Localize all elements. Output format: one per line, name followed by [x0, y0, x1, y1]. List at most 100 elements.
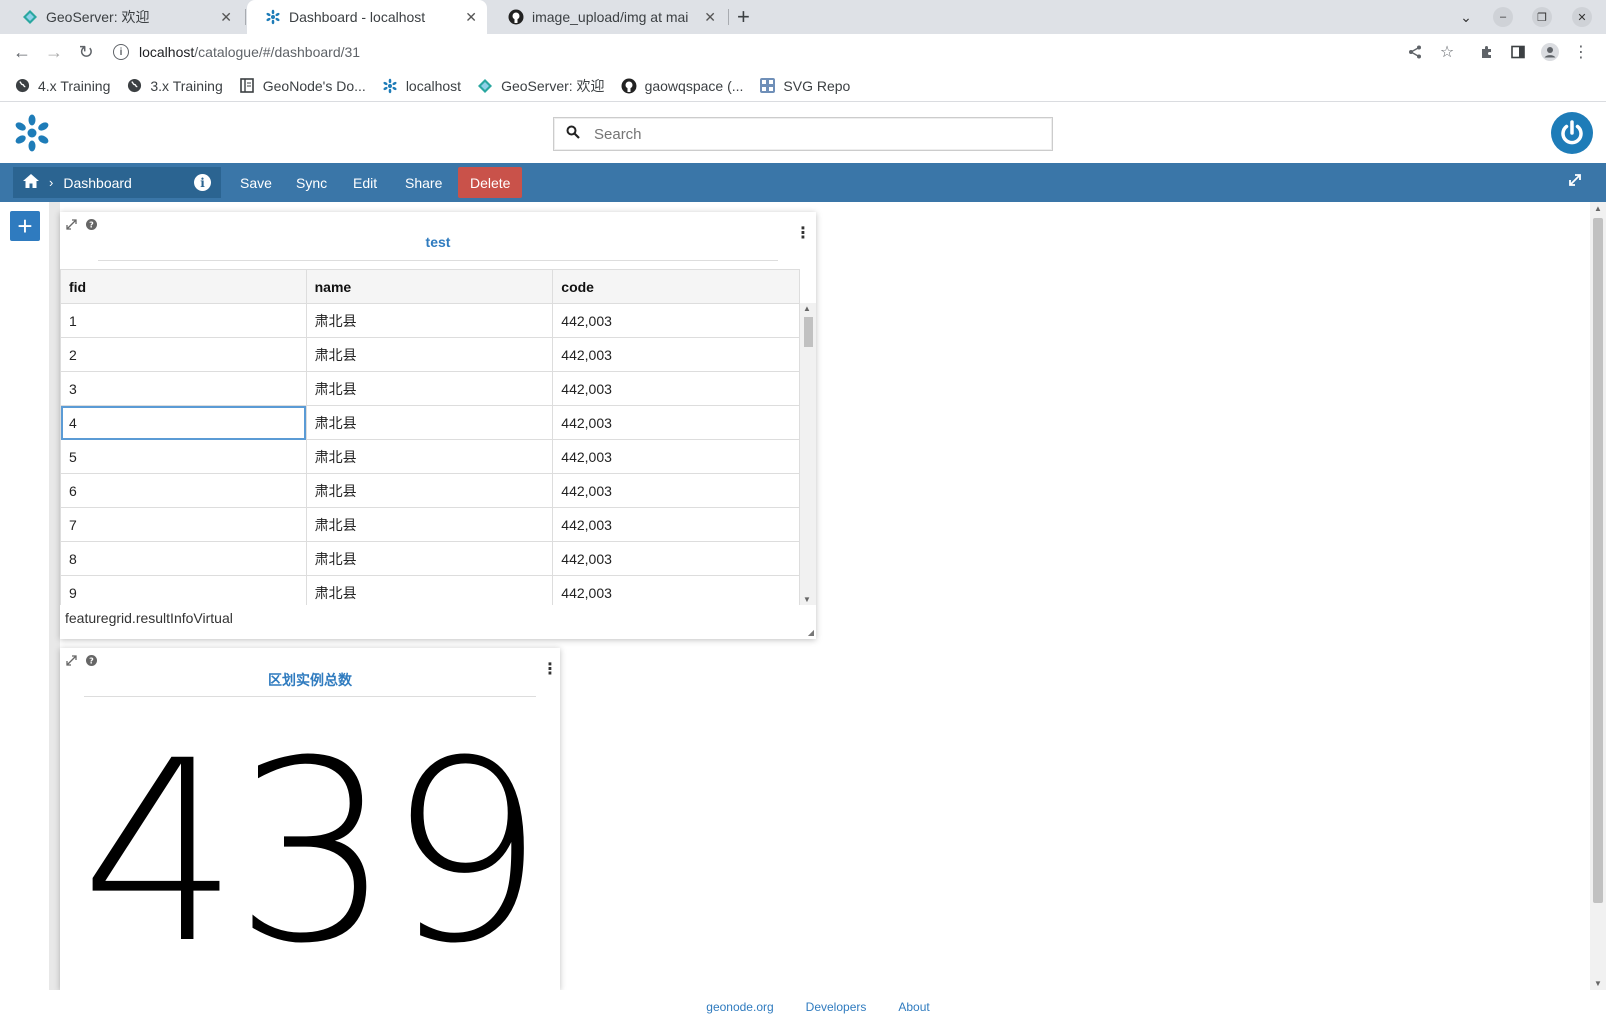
restore-icon[interactable]: ❐: [1532, 7, 1552, 27]
search-input[interactable]: [594, 125, 1014, 143]
table-row[interactable]: 1 肃北县 442,003: [60, 303, 800, 338]
table-row[interactable]: 4 肃北县 442,003: [60, 405, 800, 440]
bookmark-svg-repo[interactable]: SVG Repo: [759, 78, 850, 94]
reload-icon[interactable]: ↻: [74, 40, 98, 64]
expand-icon[interactable]: [65, 218, 77, 230]
column-header[interactable]: fid: [60, 269, 307, 304]
grid-cell[interactable]: 肃北县: [305, 473, 554, 508]
login-power-icon[interactable]: [1551, 112, 1593, 154]
grid-cell[interactable]: 肃北县: [305, 303, 554, 338]
grid-cell[interactable]: 肃北县: [305, 405, 554, 440]
address-bar[interactable]: i localhost/catalogue/#/dashboard/31: [113, 37, 1393, 67]
help-icon[interactable]: ?: [85, 654, 97, 666]
bookmark-4x-training[interactable]: 4.x Training: [14, 78, 110, 94]
home-icon[interactable]: [23, 174, 39, 191]
grid-cell[interactable]: 442,003: [552, 473, 800, 508]
tab-geoserver[interactable]: GeoServer: 欢迎 ✕: [4, 0, 242, 34]
profile-avatar-icon[interactable]: [1538, 40, 1562, 64]
grid-cell[interactable]: 肃北县: [305, 575, 554, 605]
table-row[interactable]: 5 肃北县 442,003: [60, 439, 800, 474]
close-tab-icon[interactable]: ✕: [220, 9, 232, 26]
back-icon[interactable]: ←: [10, 40, 34, 64]
grid-cell[interactable]: 7: [60, 507, 307, 542]
sync-button[interactable]: Sync: [284, 167, 339, 198]
share-icon[interactable]: [1403, 40, 1427, 64]
grid-scrollbar[interactable]: ▲ ▼: [800, 303, 816, 605]
bookmark-geoserver[interactable]: GeoServer: 欢迎: [477, 76, 605, 96]
tab-github[interactable]: image_upload/img at mai ✕: [490, 0, 726, 34]
new-tab-icon[interactable]: +: [737, 4, 750, 30]
grid-cell[interactable]: 9: [60, 575, 307, 605]
column-header[interactable]: code: [552, 269, 800, 304]
scroll-down-icon[interactable]: ▼: [803, 595, 811, 604]
column-header[interactable]: name: [305, 269, 554, 304]
bookmark-localhost[interactable]: localhost: [382, 78, 461, 94]
table-row[interactable]: 7 肃北县 442,003: [60, 507, 800, 542]
table-row[interactable]: 8 肃北县 442,003: [60, 541, 800, 576]
grid-cell[interactable]: 肃北县: [305, 439, 554, 474]
footer-link-about[interactable]: About: [898, 1000, 929, 1014]
close-window-icon[interactable]: ✕: [1572, 7, 1592, 27]
fullscreen-expand-icon[interactable]: [1568, 173, 1582, 192]
bookmark-geonode-docs[interactable]: GeoNode's Do...: [239, 78, 366, 94]
scroll-down-icon[interactable]: ▼: [1594, 979, 1602, 988]
grid-cell[interactable]: 442,003: [552, 439, 800, 474]
grid-cell[interactable]: 肃北县: [305, 507, 554, 542]
geonode-logo-icon[interactable]: [12, 113, 52, 153]
footer-link-geonode[interactable]: geonode.org: [706, 1000, 773, 1014]
grid-cell[interactable]: 3: [60, 371, 307, 406]
scroll-thumb[interactable]: [1593, 218, 1603, 903]
table-row[interactable]: 2 肃北县 442,003: [60, 337, 800, 372]
grid-cell[interactable]: 442,003: [552, 507, 800, 542]
footer-link-developers[interactable]: Developers: [806, 1000, 867, 1014]
share-button[interactable]: Share: [393, 167, 454, 198]
side-panel-icon[interactable]: [1506, 40, 1530, 64]
table-row[interactable]: 6 肃北县 442,003: [60, 473, 800, 508]
grid-cell[interactable]: 442,003: [552, 541, 800, 576]
table-row[interactable]: 9 肃北县 442,003: [60, 575, 800, 605]
edit-button[interactable]: Edit: [341, 167, 389, 198]
grid-cell[interactable]: 442,003: [552, 337, 800, 372]
scroll-up-icon[interactable]: ▲: [1594, 204, 1602, 213]
grid-cell[interactable]: 1: [60, 303, 307, 338]
close-tab-icon[interactable]: ✕: [465, 9, 477, 26]
grid-cell[interactable]: 442,003: [552, 303, 800, 338]
delete-button[interactable]: Delete: [458, 167, 523, 198]
grid-cell[interactable]: 肃北县: [305, 371, 554, 406]
tab-search-chevron-icon[interactable]: ⌄: [1456, 7, 1476, 27]
grid-cell[interactable]: 5: [60, 439, 307, 474]
help-icon[interactable]: ?: [85, 218, 97, 230]
site-info-icon[interactable]: i: [113, 44, 129, 60]
save-button[interactable]: Save: [228, 167, 284, 198]
grid-cell[interactable]: 6: [60, 473, 307, 508]
scroll-up-icon[interactable]: ▲: [803, 304, 811, 313]
add-widget-button[interactable]: +: [10, 211, 40, 241]
page-scrollbar[interactable]: ▲ ▼: [1590, 202, 1606, 990]
bookmark-3x-training[interactable]: 3.x Training: [126, 78, 223, 94]
widget-menu-icon[interactable]: ⋮: [542, 662, 558, 678]
table-row[interactable]: 3 肃北县 442,003: [60, 371, 800, 406]
browser-menu-icon[interactable]: ⋮: [1569, 40, 1593, 64]
info-icon[interactable]: i: [194, 174, 211, 191]
forward-icon[interactable]: →: [42, 40, 66, 64]
grid-cell[interactable]: 8: [60, 541, 307, 576]
bookmark-star-icon[interactable]: ☆: [1435, 40, 1459, 64]
grid-cell[interactable]: 4: [60, 405, 307, 440]
minimize-icon[interactable]: –: [1493, 7, 1513, 27]
tab-dashboard[interactable]: Dashboard - localhost ✕: [247, 0, 487, 34]
resize-handle-icon[interactable]: ◢: [808, 628, 814, 637]
bookmarks-bar: 4.x Training 3.x Training GeoNode's Do..…: [0, 70, 1606, 102]
grid-cell[interactable]: 442,003: [552, 371, 800, 406]
grid-cell[interactable]: 肃北县: [305, 541, 554, 576]
extensions-icon[interactable]: [1475, 40, 1499, 64]
grid-cell[interactable]: 2: [60, 337, 307, 372]
grid-cell[interactable]: 肃北县: [305, 337, 554, 372]
widget-menu-icon[interactable]: ⋮: [795, 226, 811, 242]
bookmark-gaowqspace[interactable]: gaowqspace (...: [621, 78, 743, 94]
expand-icon[interactable]: [65, 654, 77, 666]
scroll-thumb[interactable]: [804, 317, 813, 347]
close-tab-icon[interactable]: ✕: [704, 9, 716, 26]
grid-cell[interactable]: 442,003: [552, 405, 800, 440]
tab-title: Dashboard - localhost: [289, 9, 426, 25]
grid-cell[interactable]: 442,003: [552, 575, 800, 605]
